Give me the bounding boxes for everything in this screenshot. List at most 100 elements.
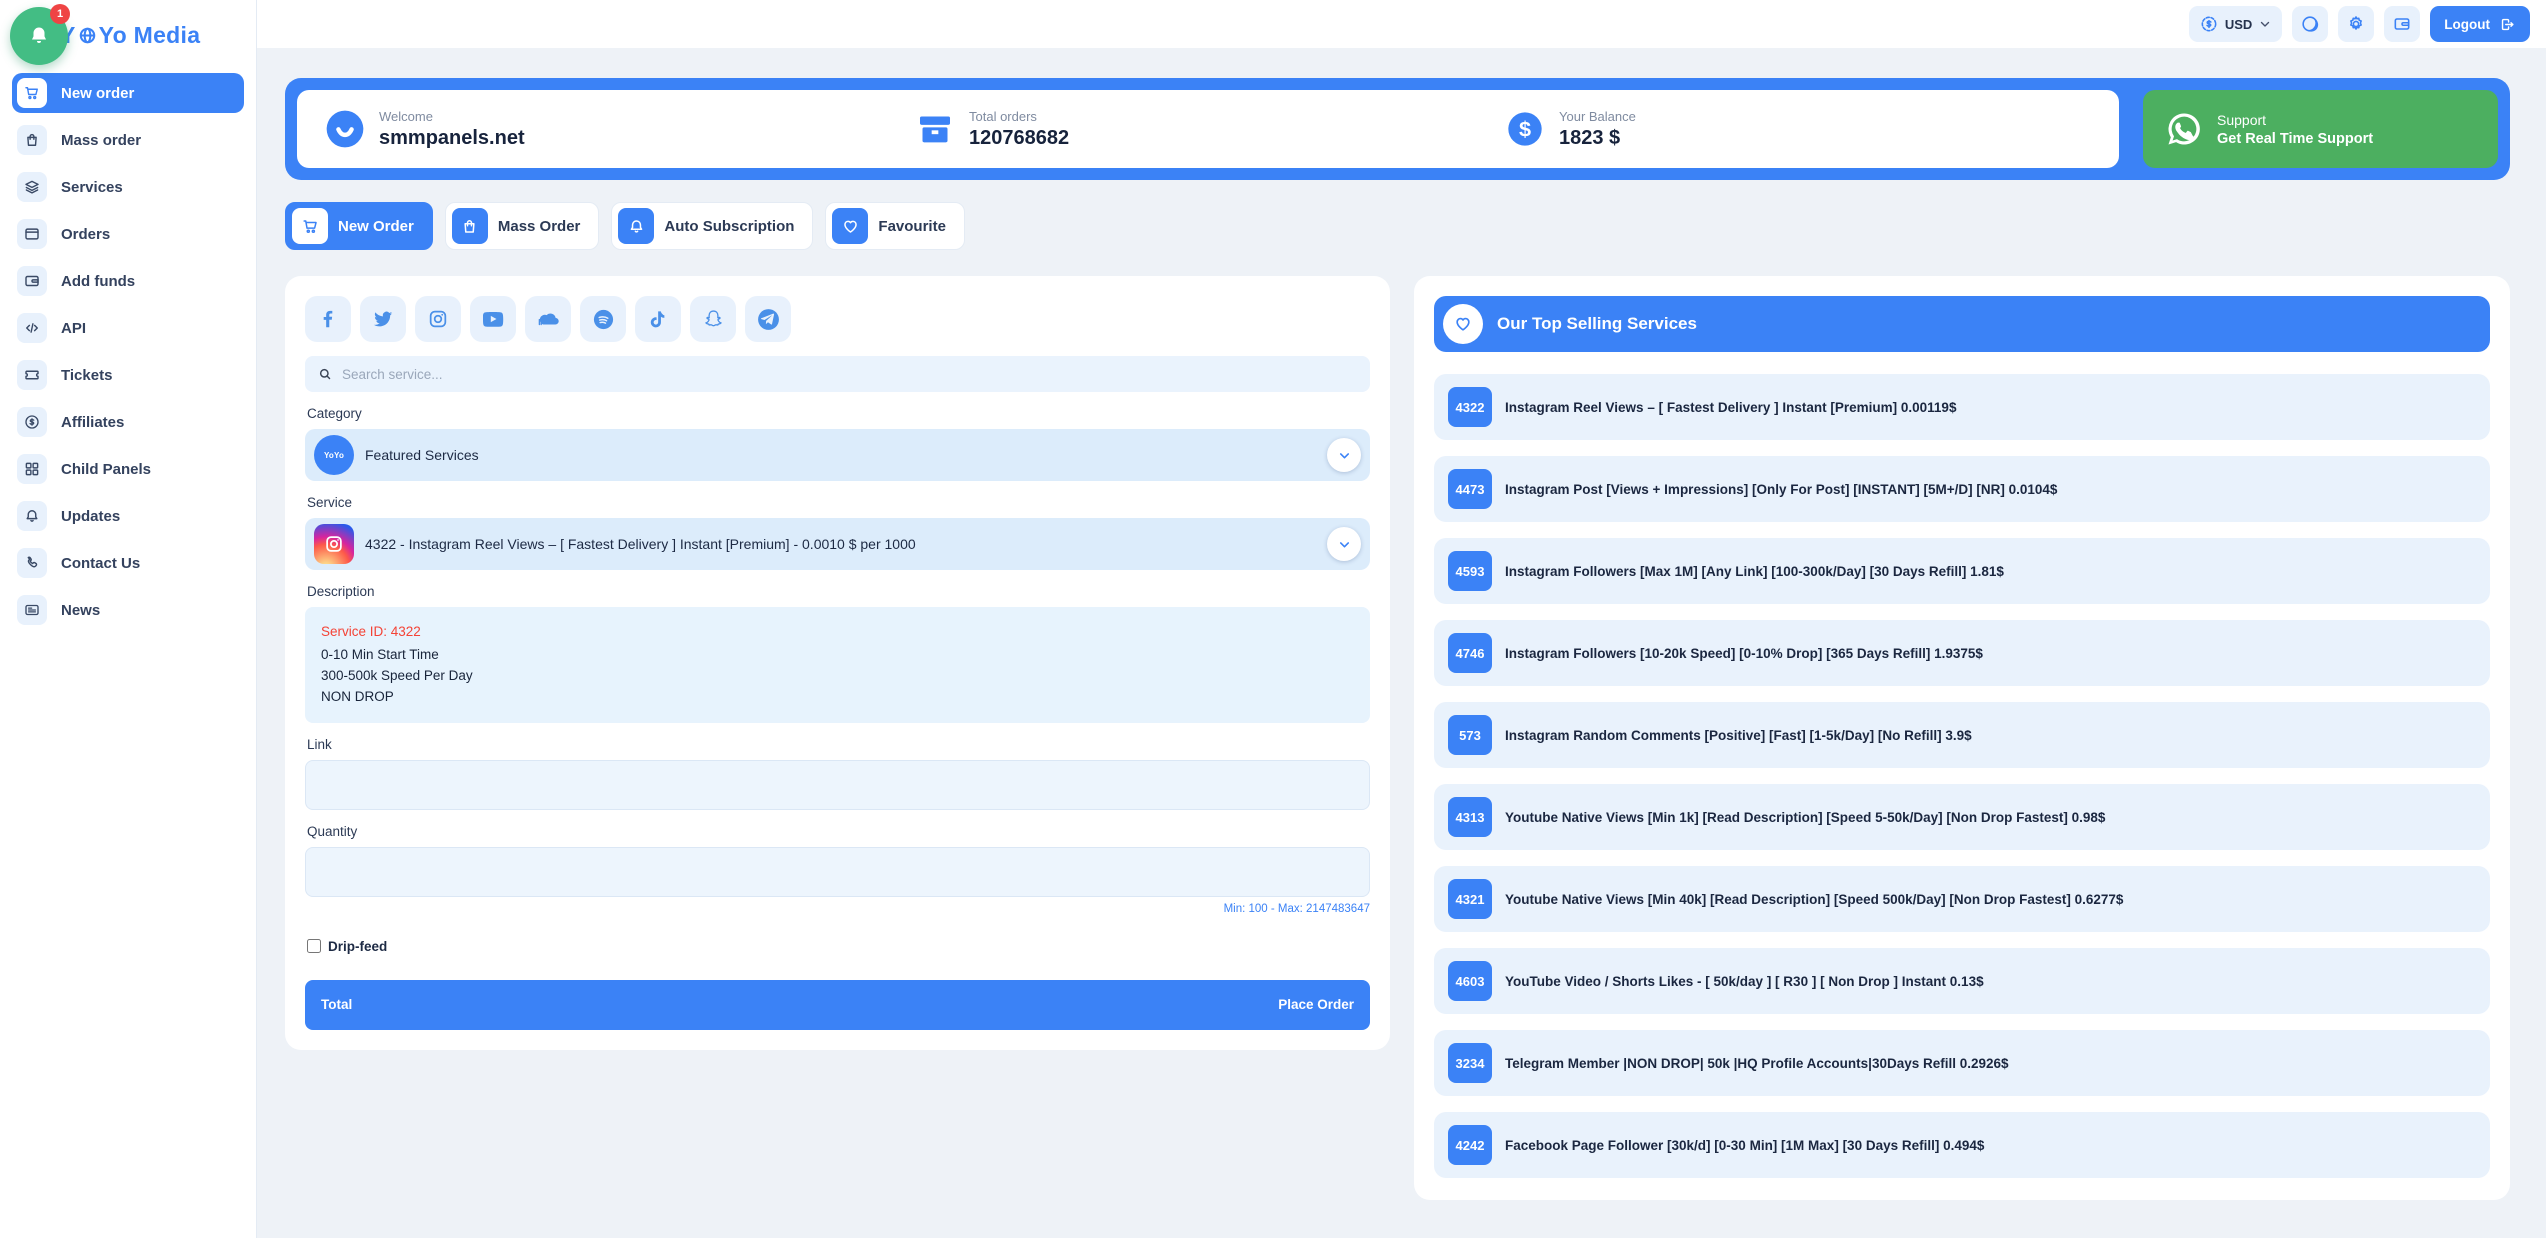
logout-button[interactable]: Logout [2430, 6, 2530, 42]
link-input[interactable] [305, 760, 1370, 810]
balance-value: 1823 $ [1559, 127, 1636, 150]
tab-label: Mass Order [498, 218, 581, 235]
platform-snapchat[interactable] [690, 296, 736, 342]
globe-icon [78, 26, 97, 45]
sidebar-item-label: Services [61, 179, 123, 196]
facebook-icon [317, 308, 339, 330]
sidebar-item-label: Orders [61, 226, 110, 243]
top-service-row[interactable]: 4313 Youtube Native Views [Min 1k] [Read… [1434, 784, 2490, 850]
sidebar-item-tickets[interactable]: Tickets [12, 355, 244, 395]
place-order-button[interactable]: Place Order [1278, 997, 1354, 1012]
sidebar-item-contact-us[interactable]: Contact Us [12, 543, 244, 583]
service-id-badge: 4593 [1448, 551, 1492, 591]
currency-selector[interactable]: USD [2189, 6, 2282, 42]
category-chevron-button[interactable] [1327, 438, 1361, 472]
sidebar-item-affiliates[interactable]: Affiliates [12, 402, 244, 442]
service-name: Instagram Followers [Max 1M] [Any Link] … [1505, 564, 2004, 579]
topbar: USD Logout [257, 0, 2546, 48]
top-service-row[interactable]: 4473 Instagram Post [Views + Impressions… [1434, 456, 2490, 522]
moon-icon [2300, 14, 2320, 34]
service-name: Youtube Native Views [Min 40k] [Read Des… [1505, 892, 2123, 907]
support-button[interactable]: Support Get Real Time Support [2143, 90, 2498, 168]
tab-mass-order[interactable]: Mass Order [445, 202, 600, 250]
top-services-title: Our Top Selling Services [1497, 314, 1697, 334]
total-bar: Total Place Order [305, 980, 1370, 1030]
sidebar-item-updates[interactable]: Updates [12, 496, 244, 536]
sidebar-item-api[interactable]: API [12, 308, 244, 348]
service-chevron-button[interactable] [1327, 527, 1361, 561]
service-id-badge: 4242 [1448, 1125, 1492, 1165]
sidebar-item-orders[interactable]: Orders [12, 214, 244, 254]
platform-tiktok[interactable] [635, 296, 681, 342]
service-name: Facebook Page Follower [30k/d] [0-30 Min… [1505, 1138, 1984, 1153]
top-service-row[interactable]: 4746 Instagram Followers [10-20k Speed] … [1434, 620, 2490, 686]
sidebar-item-services[interactable]: Services [12, 167, 244, 207]
quantity-input[interactable] [305, 847, 1370, 897]
columns: Category YoYo Featured Services Service … [285, 276, 2510, 1200]
welcome-stat: Welcome smmpanels.net [323, 107, 913, 151]
code-icon [17, 313, 47, 343]
sidebar-item-child-panels[interactable]: Child Panels [12, 449, 244, 489]
total-label: Total [321, 997, 352, 1012]
top-service-row[interactable]: 573 Instagram Random Comments [Positive]… [1434, 702, 2490, 768]
stats-card: Welcome smmpanels.net Total orders 12076… [297, 90, 2119, 168]
notification-button[interactable]: 1 [10, 7, 68, 65]
search-input[interactable] [342, 367, 1358, 382]
sidebar-item-label: News [61, 602, 100, 619]
top-service-row[interactable]: 4593 Instagram Followers [Max 1M] [Any L… [1434, 538, 2490, 604]
top-service-row[interactable]: 4242 Facebook Page Follower [30k/d] [0-3… [1434, 1112, 2490, 1178]
top-services-header: Our Top Selling Services [1434, 296, 2490, 352]
support-subtitle: Get Real Time Support [2217, 131, 2373, 147]
cart-icon [17, 78, 47, 108]
snapchat-icon [702, 308, 725, 331]
top-service-row[interactable]: 4321 Youtube Native Views [Min 40k] [Rea… [1434, 866, 2490, 932]
top-service-row[interactable]: 4603 YouTube Video / Shorts Likes - [ 50… [1434, 948, 2490, 1014]
welcome-banner: Welcome smmpanels.net Total orders 12076… [285, 78, 2510, 180]
service-select[interactable]: 4322 - Instagram Reel Views – [ Fastest … [305, 518, 1370, 570]
dark-mode-button[interactable] [2292, 6, 2328, 42]
top-service-row[interactable]: 3234 Telegram Member |NON DROP| 50k |HQ … [1434, 1030, 2490, 1096]
cart-icon [292, 208, 328, 244]
service-id-badge: 4313 [1448, 797, 1492, 837]
tab-auto-subscription[interactable]: Auto Subscription [611, 202, 813, 250]
top-service-row[interactable]: 4322 Instagram Reel Views – [ Fastest De… [1434, 374, 2490, 440]
dollar-circle-icon [17, 407, 47, 437]
spotify-icon [592, 308, 615, 331]
platform-twitter[interactable] [360, 296, 406, 342]
ticket-icon [17, 360, 47, 390]
tab-new-order[interactable]: New Order [285, 202, 433, 250]
phone-icon [17, 548, 47, 578]
tab-favourite[interactable]: Favourite [825, 202, 965, 250]
whatsapp-icon [2165, 110, 2203, 148]
settings-button[interactable] [2338, 6, 2374, 42]
service-search[interactable] [305, 356, 1370, 392]
sidebar-item-add-funds[interactable]: Add funds [12, 261, 244, 301]
dripfeed-checkbox[interactable] [307, 939, 321, 953]
platform-soundcloud[interactable] [525, 296, 571, 342]
service-id-line: Service ID: 4322 [321, 622, 1354, 643]
bell-icon [618, 208, 654, 244]
sidebar-item-label: Add funds [61, 273, 135, 290]
total-orders-stat: Total orders 120768682 [913, 107, 1503, 151]
platform-telegram[interactable] [745, 296, 791, 342]
platform-youtube[interactable] [470, 296, 516, 342]
dripfeed-option[interactable]: Drip-feed [307, 939, 1370, 954]
category-select[interactable]: YoYo Featured Services [305, 429, 1370, 481]
balance-stat: $ Your Balance 1823 $ [1503, 107, 2093, 151]
tab-label: Favourite [878, 218, 946, 235]
twitter-icon [372, 308, 394, 330]
new-order-panel: Category YoYo Featured Services Service … [285, 276, 1390, 1050]
coin-icon [2199, 14, 2219, 34]
orders-box-icon [913, 107, 957, 151]
wallet-button[interactable] [2384, 6, 2420, 42]
telegram-icon [756, 307, 781, 332]
sidebar-item-new-order[interactable]: New order [12, 73, 244, 113]
platform-facebook[interactable] [305, 296, 351, 342]
description-line: 0-10 Min Start Time [321, 645, 1354, 666]
platform-spotify[interactable] [580, 296, 626, 342]
service-description: Service ID: 4322 0-10 Min Start Time 300… [305, 607, 1370, 723]
sidebar-item-mass-order[interactable]: Mass order [12, 120, 244, 160]
sidebar-item-news[interactable]: News [12, 590, 244, 630]
bag-icon [452, 208, 488, 244]
platform-instagram[interactable] [415, 296, 461, 342]
